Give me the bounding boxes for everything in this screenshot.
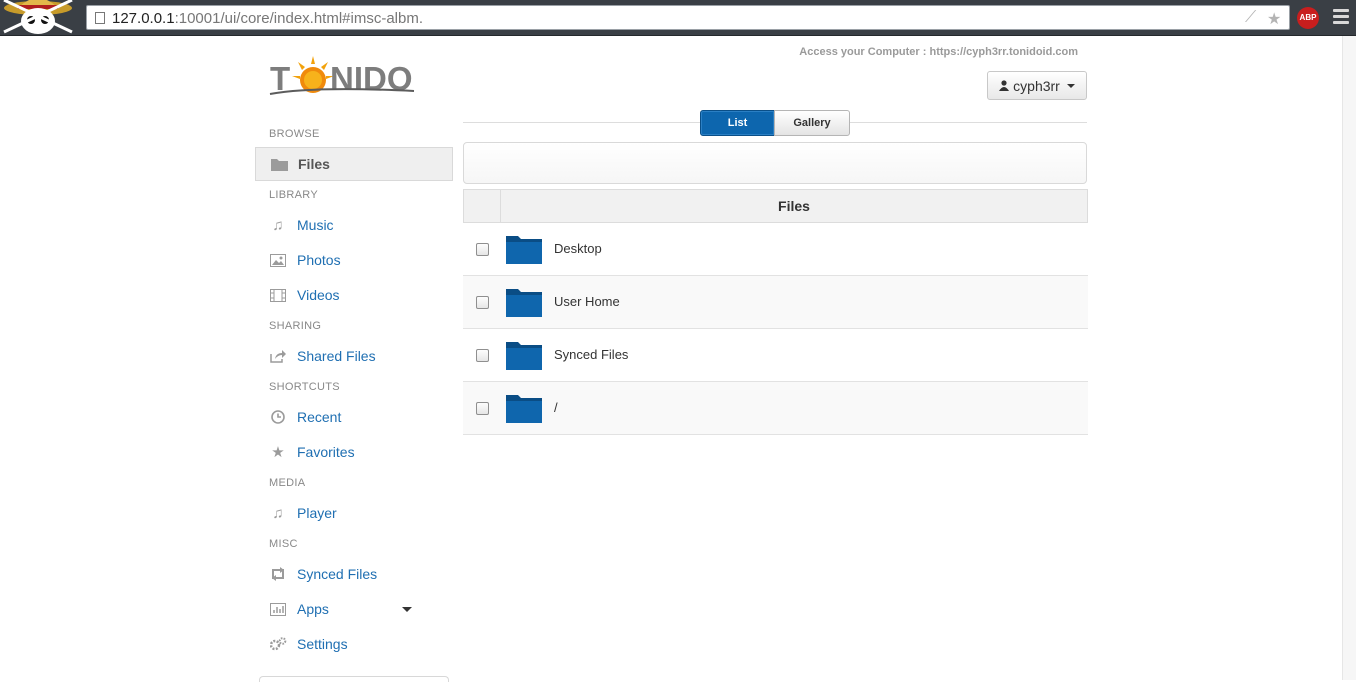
adblock-icon[interactable]: ABP [1297,7,1319,29]
share-icon [269,348,287,364]
gears-icon [269,636,287,652]
table-header: Files [463,189,1088,223]
sidebar-item-synced-files[interactable]: Synced Files [255,557,453,591]
sidebar-item-videos[interactable]: Videos [255,278,453,312]
sidebar-item-settings[interactable]: Settings [255,627,453,661]
file-name[interactable]: Synced Files [554,347,628,362]
sidebar-item-label: Settings [297,636,348,652]
sidebar-item-label: Synced Files [297,566,378,582]
files-table: Files Desktop User Home Synced Files / [463,189,1088,435]
file-name[interactable]: User Home [554,294,620,309]
folder-icon [506,236,542,264]
sidebar-item-label: Music [297,217,334,233]
sidebar-footer-panel [259,676,449,682]
user-menu-button[interactable]: cyph3rr [987,71,1087,100]
star-icon: ★ [271,444,285,461]
page-scrollbar[interactable] [1342,36,1356,680]
sidebar-item-label: Apps [297,601,329,617]
svg-text:NIDO: NIDO [330,60,413,97]
sidebar-item-label: Player [297,505,337,521]
url-text[interactable]: 127.0.0.1:10001/ui/core/index.html#imsc-… [112,10,423,27]
sidebar-item-shared-files[interactable]: Shared Files [255,339,453,373]
folder-icon [506,342,542,370]
list-view-button[interactable]: List [700,110,775,136]
section-library: LIBRARY [269,189,318,201]
sidebar-item-favorites[interactable]: ★ Favorites [255,435,453,469]
file-toolbar [463,142,1087,184]
sidebar-item-label: Favorites [297,444,355,460]
apps-dropdown-caret-icon[interactable] [402,607,412,612]
folder-icon [506,395,542,423]
sidebar-item-player[interactable]: ♫ Player [255,496,453,530]
sidebar-item-photos[interactable]: Photos [255,243,453,277]
music-note-icon: ♫ [272,504,284,522]
clock-icon [269,409,287,425]
files-column-header[interactable]: Files [501,190,1087,222]
table-row[interactable]: / [463,382,1088,435]
sidebar-item-apps[interactable]: Apps [255,592,453,626]
file-name[interactable]: / [554,400,558,415]
folder-icon [506,289,542,317]
table-row[interactable]: User Home [463,276,1088,329]
sidebar-item-label: Videos [297,287,340,303]
browser-toolbar: 127.0.0.1:10001/ui/core/index.html#imsc-… [0,0,1356,36]
prerender-icon[interactable]: ⟋ [1245,9,1256,27]
chevron-down-icon [1066,83,1075,88]
sidebar-item-label: Files [298,156,330,172]
browser-menu-icon[interactable] [1333,9,1349,25]
sidebar-item-recent[interactable]: Recent [255,400,453,434]
page-icon [95,12,105,24]
sidebar-item-files[interactable]: Files [255,147,453,181]
row-checkbox[interactable] [476,349,489,362]
user-name: cyph3rr [1013,77,1060,94]
sidebar-item-label: Recent [297,409,342,425]
section-misc: MISC [269,538,298,550]
section-shortcuts: SHORTCUTS [269,381,340,393]
table-row[interactable]: Desktop [463,223,1088,276]
remote-access-url: Access your Computer : https://cyph3rr.t… [799,46,1078,58]
music-note-icon: ♫ [272,216,284,234]
section-sharing: SHARING [269,320,322,332]
gallery-view-button[interactable]: Gallery [774,110,850,136]
table-row[interactable]: Synced Files [463,329,1088,382]
tonido-logo[interactable]: T NIDO [268,50,418,98]
row-checkbox[interactable] [476,243,489,256]
user-icon [999,80,1010,91]
select-column-header [464,190,501,222]
sidebar-item-label: Photos [297,252,341,268]
section-browse: BROWSE [269,128,320,140]
file-name[interactable]: Desktop [554,241,602,256]
section-media: MEDIA [269,477,306,489]
folder-icon [270,156,288,172]
picture-icon [269,252,287,268]
row-checkbox[interactable] [476,296,489,309]
theme-skull-icon [3,0,73,34]
sidebar-item-label: Shared Files [297,348,376,364]
sidebar-item-music[interactable]: ♫ Music [255,208,453,242]
film-icon [269,287,287,303]
bookmark-star-icon[interactable]: ★ [1267,9,1281,29]
row-checkbox[interactable] [476,402,489,415]
sync-icon [269,566,287,582]
bar-chart-icon [269,601,287,617]
address-bar[interactable]: 127.0.0.1:10001/ui/core/index.html#imsc-… [86,5,1290,30]
